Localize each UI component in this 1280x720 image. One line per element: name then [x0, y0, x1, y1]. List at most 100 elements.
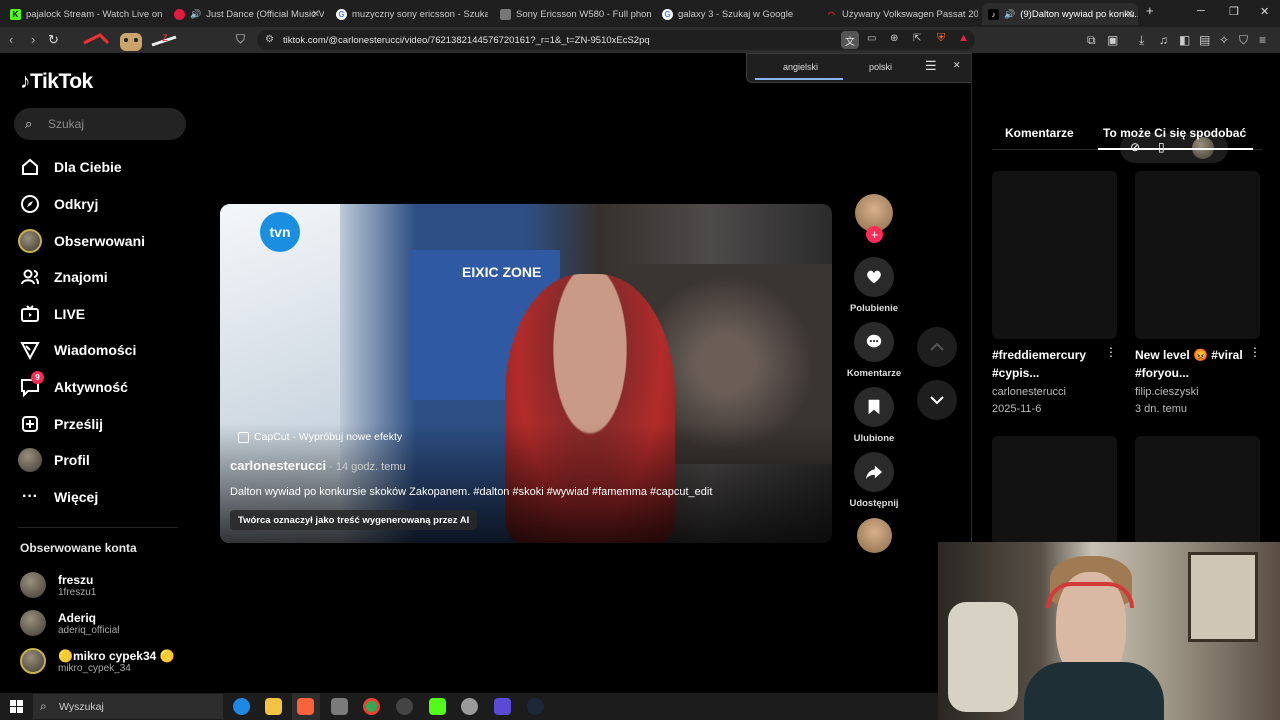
- windows-start-icon[interactable]: [10, 700, 23, 713]
- sidebar-item-live[interactable]: LIVE: [18, 300, 85, 328]
- address-toolbar: ‹ › ↻ z ⛉ ⚙ tiktok.com/@carlonesterucci/…: [0, 27, 1280, 53]
- sidebar-item-for-you[interactable]: Dla Ciebie: [18, 153, 122, 181]
- browser-tab-active[interactable]: ♪ 🔊 (9)Dalton wywiad po konku... ✕: [982, 3, 1138, 25]
- more-options-icon[interactable]: ⋮: [1249, 345, 1261, 359]
- url-bar[interactable]: ⚙ tiktok.com/@carlonesterucci/video/7621…: [257, 30, 975, 50]
- sidebar-toggle-icon[interactable]: ◧: [1179, 33, 1190, 47]
- edge-icon[interactable]: [233, 698, 250, 715]
- followed-account[interactable]: freszu 1freszu1: [20, 572, 96, 598]
- minimize-icon[interactable]: ─: [1197, 5, 1205, 17]
- sidebar-item-following[interactable]: Obserwowani: [18, 227, 145, 255]
- sidebar-item-more[interactable]: ··· Więcej: [18, 483, 98, 511]
- bookmark-icon: [868, 399, 880, 415]
- steam-icon[interactable]: [527, 698, 544, 715]
- restore-icon[interactable]: ❐: [1229, 5, 1239, 18]
- brave-shields-icon[interactable]: ⛨: [937, 32, 945, 45]
- share-button[interactable]: [854, 452, 894, 492]
- new-tab-button[interactable]: +: [1146, 3, 1154, 18]
- streaming-app-icon[interactable]: [429, 698, 446, 715]
- compass-icon[interactable]: ⊘: [1130, 140, 1140, 154]
- tiktok-logo[interactable]: ♪TikTok: [20, 70, 93, 94]
- followed-account[interactable]: Aderiq aderiq_official: [20, 610, 120, 636]
- tab-you-may-like[interactable]: To może Ci się spodobać: [1103, 126, 1246, 140]
- sidebar-item-profile[interactable]: Profil: [18, 446, 90, 474]
- vpn-icon[interactable]: ⛉: [1239, 33, 1248, 48]
- share-page-icon[interactable]: ⇱: [913, 33, 921, 44]
- next-video-button[interactable]: [917, 380, 957, 420]
- extensions-icon[interactable]: ⧉: [1087, 33, 1096, 48]
- tab-manager-icon[interactable]: ▣: [1107, 33, 1118, 47]
- zoom-icon[interactable]: ⊕: [890, 33, 898, 44]
- cast-icon[interactable]: ▭: [867, 33, 876, 44]
- sound-disc[interactable]: [857, 518, 892, 553]
- browser-tab[interactable]: G galaxy 3 - Szukaj w Google: [656, 3, 816, 25]
- sidebar-item-messages[interactable]: Wiadomości: [18, 336, 136, 364]
- translate-icon[interactable]: 文: [841, 31, 859, 49]
- chrome-icon[interactable]: [363, 698, 380, 715]
- media-icon[interactable]: ♫: [1159, 33, 1168, 47]
- sidebar-item-activity[interactable]: 9 Aktywność: [18, 371, 128, 401]
- file-explorer-icon[interactable]: [265, 698, 282, 715]
- sidebar-item-upload[interactable]: Prześlij: [18, 410, 103, 438]
- browser-tab[interactable]: Sony Ericsson W580 - Full phone sp...: [494, 3, 652, 25]
- headphones: [1046, 582, 1134, 608]
- comment-button[interactable]: [854, 322, 894, 362]
- tab-comments[interactable]: Komentarze: [1005, 126, 1074, 140]
- taskbar-search-placeholder: Wyszukaj: [59, 700, 104, 713]
- sidebar-item-explore[interactable]: Odkryj: [18, 190, 98, 218]
- save-button[interactable]: [854, 387, 894, 427]
- site-settings-icon[interactable]: ⚙: [265, 34, 274, 45]
- brave-rewards-icon[interactable]: ▲: [958, 32, 969, 44]
- suggested-video-author[interactable]: filip.cieszyski: [1135, 384, 1199, 401]
- download-icon[interactable]: ⤓: [1139, 33, 1144, 48]
- live-icon: [18, 302, 42, 326]
- browser-tab[interactable]: ◠ Używany Volkswagen Passat 2005 - ...: [820, 3, 978, 25]
- wallet-icon[interactable]: ▤: [1199, 33, 1210, 47]
- suggested-video-author[interactable]: carlonesterucci: [992, 384, 1066, 401]
- suggested-video-title[interactable]: New level 😡 #viral #foryou...: [1135, 346, 1253, 382]
- app-icon[interactable]: [494, 698, 511, 715]
- forward-icon[interactable]: ›: [31, 32, 35, 47]
- obs-icon[interactable]: [396, 698, 413, 715]
- menu-icon[interactable]: ☰: [925, 58, 937, 74]
- browser-tab[interactable]: K pajalock Stream - Watch Live on Kick: [4, 3, 164, 25]
- app-icon[interactable]: [461, 698, 478, 715]
- reload-icon[interactable]: ↻: [48, 32, 59, 48]
- menu-icon[interactable]: ≡: [1259, 33, 1266, 47]
- record-icon: [174, 8, 185, 20]
- author-name[interactable]: carlonesterucci: [230, 458, 326, 473]
- suggested-video-title[interactable]: #freddiemercury #cypis...: [992, 346, 1110, 382]
- comment-icon: [866, 334, 882, 348]
- like-button[interactable]: [854, 257, 894, 297]
- translate-source-tab[interactable]: angielski: [783, 62, 818, 72]
- translate-target-tab[interactable]: polski: [869, 62, 892, 72]
- bookmark-icon[interactable]: ⛉: [236, 32, 245, 47]
- taskbar-search-input[interactable]: ⌕ Wyszukaj: [33, 694, 223, 719]
- close-icon[interactable]: ✕: [1126, 9, 1134, 20]
- search-input[interactable]: ⌕ Szukaj: [14, 108, 186, 140]
- sidebar-item-friends[interactable]: Znajomi: [18, 263, 108, 291]
- browser-tab[interactable]: 🔊 Just Dance (Official Music Vi... ✕: [168, 3, 324, 25]
- suggested-video-thumbnail[interactable]: [992, 436, 1117, 546]
- video-player[interactable]: tvn EIXIC ZONE CapCut · Wypróbuj nowe ef…: [220, 204, 832, 543]
- previous-video-button[interactable]: [917, 327, 957, 367]
- close-icon[interactable]: ✕: [312, 9, 320, 20]
- back-icon[interactable]: ‹: [9, 32, 13, 47]
- capcut-link[interactable]: CapCut · Wypróbuj nowe efekty: [238, 431, 402, 443]
- mobile-icon[interactable]: ▯: [1158, 140, 1165, 154]
- sidebar-item-label: Więcej: [54, 489, 99, 505]
- follow-plus-icon[interactable]: +: [866, 226, 883, 243]
- followed-account[interactable]: 🟡mikro cypek34 🟡 mikro_cypek_34: [20, 648, 175, 674]
- app-icon[interactable]: [331, 698, 348, 715]
- suggested-video-thumbnail[interactable]: [992, 171, 1117, 339]
- more-options-icon[interactable]: ⋮: [1105, 345, 1117, 359]
- video-author[interactable]: carlonesterucci · 14 godz. temu: [230, 458, 406, 473]
- window-close-icon[interactable]: ✕: [1260, 5, 1269, 18]
- sidebar-item-label: Obserwowani: [54, 233, 146, 249]
- sidebar-item-label: Znajomi: [54, 269, 108, 285]
- suggested-video-thumbnail[interactable]: [1135, 171, 1260, 339]
- leo-ai-icon[interactable]: ✧: [1219, 33, 1229, 47]
- suggested-video-thumbnail[interactable]: [1135, 436, 1260, 546]
- close-icon[interactable]: ✕: [953, 60, 961, 71]
- browser-tab[interactable]: G muzyczny sony ericsson - Szukaj w G...: [330, 3, 488, 25]
